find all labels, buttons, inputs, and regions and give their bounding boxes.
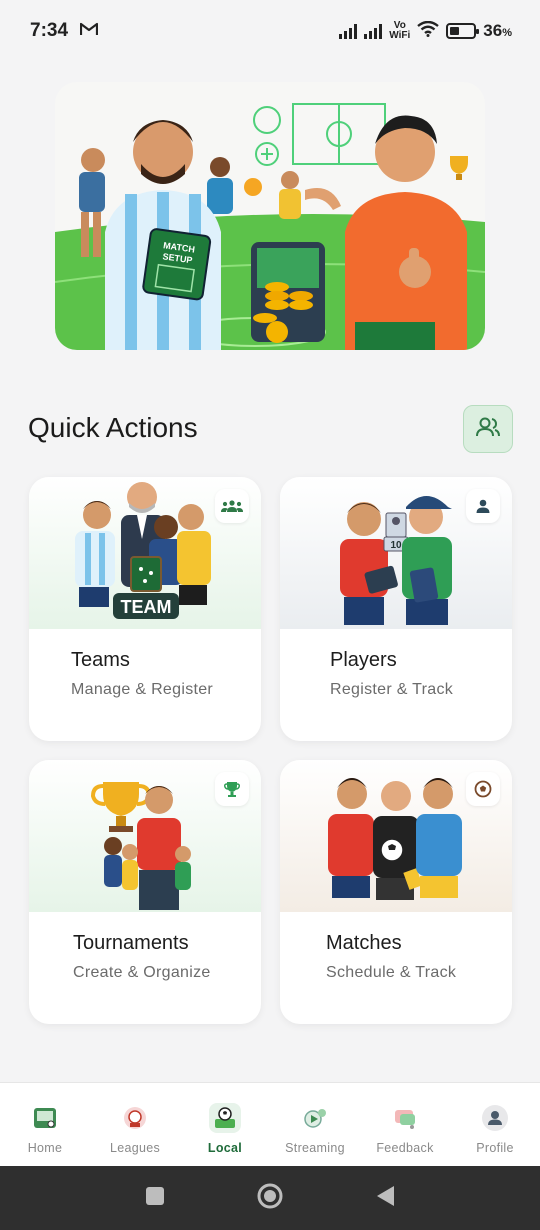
system-navigation-bar (0, 1166, 540, 1230)
gmail-icon (79, 20, 99, 42)
local-icon (209, 1103, 241, 1133)
matches-subtitle: Schedule & Track (326, 964, 457, 981)
status-bar: 7:34 Vo WiFi 36% (0, 0, 540, 62)
tournaments-card[interactable]: Tournaments Create & Organize (29, 760, 261, 1024)
tournaments-subtitle: Create & Organize (73, 964, 211, 981)
players-card[interactable]: 10 Players Register & Track (280, 477, 512, 741)
vowifi-indicator: Vo WiFi (389, 20, 411, 41)
teams-card[interactable]: TEAM Teams Manage & Register (29, 477, 261, 741)
wifi-icon (417, 20, 440, 42)
leagues-icon (119, 1103, 151, 1133)
svg-text:10: 10 (390, 540, 402, 551)
status-time: 7:34 (30, 20, 69, 41)
teams-title: Teams (71, 649, 130, 671)
back-button[interactable] (374, 1184, 396, 1213)
trophy-badge-icon (215, 772, 249, 806)
teams-subtitle: Manage & Register (71, 681, 214, 698)
signal-icon-2 (364, 23, 383, 39)
nav-local[interactable]: Local (180, 1083, 270, 1166)
battery-icon (446, 23, 480, 39)
nav-streaming[interactable]: Streaming (270, 1083, 360, 1166)
people-button[interactable] (463, 405, 513, 453)
nav-home[interactable]: Home (0, 1083, 90, 1166)
nav-leagues[interactable]: Leagues (90, 1083, 180, 1166)
person-badge-icon (466, 489, 500, 523)
svg-text:TEAM: TEAM (121, 597, 172, 617)
streaming-icon (299, 1103, 331, 1133)
tournaments-title: Tournaments (73, 932, 189, 954)
home-button[interactable] (256, 1182, 284, 1215)
quick-actions-title: Quick Actions (28, 412, 198, 443)
battery-percent: 36% (483, 21, 512, 40)
nav-profile[interactable]: Profile (450, 1083, 540, 1166)
feedback-icon (389, 1103, 421, 1133)
players-subtitle: Register & Track (330, 681, 454, 698)
signal-icon (339, 23, 358, 39)
matches-title: Matches (326, 932, 402, 954)
home-icon (29, 1103, 61, 1133)
soccer-ball-badge-icon (466, 772, 500, 806)
nav-feedback[interactable]: Feedback (360, 1083, 450, 1166)
people-badge-icon (215, 489, 249, 523)
people-icon (475, 416, 501, 443)
bottom-nav: Home Leagues Local Streaming Feedback Pr… (0, 1082, 540, 1166)
hero-illustration: MATCH SETUP (55, 82, 485, 350)
matches-card[interactable]: Matches Schedule & Track (280, 760, 512, 1024)
profile-icon (479, 1103, 511, 1133)
players-title: Players (330, 649, 397, 671)
recents-button[interactable] (144, 1185, 166, 1212)
